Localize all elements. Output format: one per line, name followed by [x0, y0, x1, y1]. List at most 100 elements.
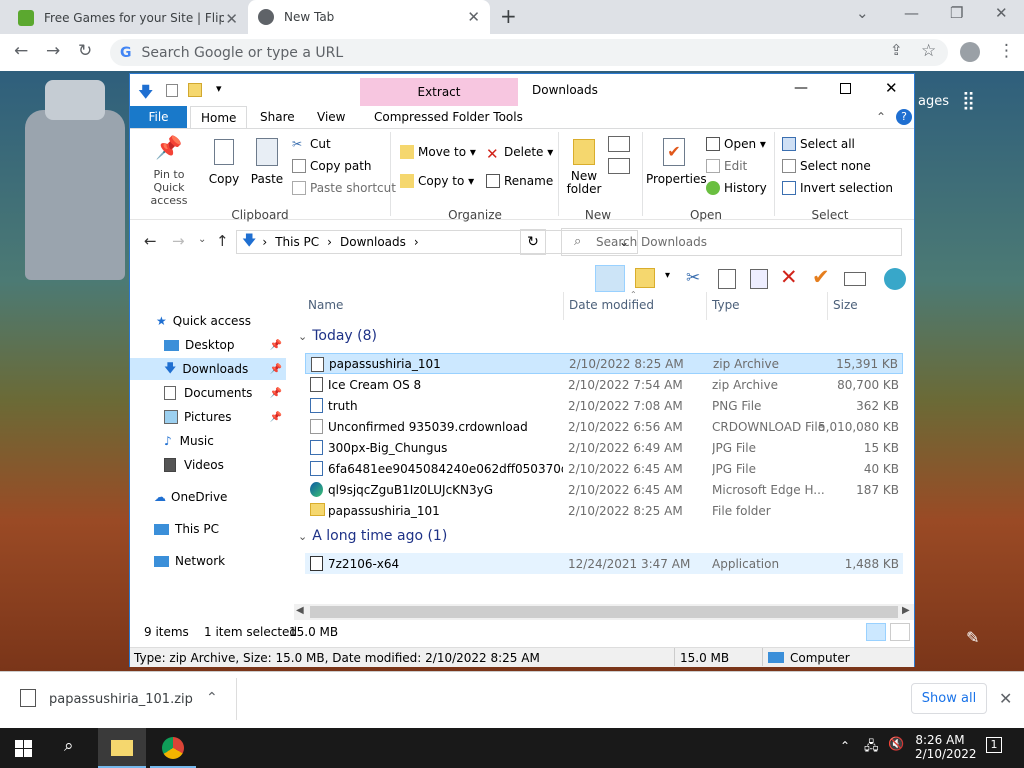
chevron-up-icon[interactable]: ⌃ — [206, 690, 218, 706]
minimize-icon[interactable]: — — [904, 4, 919, 22]
ribbon-tab-home[interactable]: Home — [190, 106, 248, 128]
file-row[interactable]: Unconfirmed 935039.crdownload 2/10/2022 … — [305, 416, 903, 437]
file-row[interactable]: Ice Cream OS 8 2/10/2022 7:54 AM zip Arc… — [305, 374, 903, 395]
nav-downloads[interactable]: 🡇 Downloads 📌 — [130, 358, 286, 380]
rename-toolbar-icon[interactable] — [844, 272, 866, 286]
select-all-button[interactable]: Select all — [782, 137, 855, 151]
folder-qat-icon[interactable] — [188, 83, 202, 97]
scroll-left-icon[interactable]: ◀ — [296, 605, 304, 616]
file-row[interactable]: ql9sjqcZguB1Iz0LUJcKN3yG 2/10/2022 6:45 … — [305, 479, 903, 500]
large-icons-view-icon[interactable] — [890, 623, 910, 641]
tray-chevron-up-icon[interactable]: ⌃ — [840, 739, 850, 753]
edit-button[interactable]: Edit — [706, 159, 747, 173]
copy-to-button[interactable]: Copy to ▾ — [400, 174, 474, 188]
minimize-icon[interactable]: — — [794, 80, 808, 96]
taskbar-file-explorer[interactable] — [98, 728, 146, 768]
cut-button[interactable]: ✂ Cut — [292, 137, 331, 151]
down-arrow-icon[interactable]: 🡇 — [138, 82, 154, 101]
restore-icon[interactable]: ❐ — [950, 4, 963, 22]
file-row[interactable]: 6fa6481ee9045084240e062dff050370df577...… — [305, 458, 903, 479]
download-file-name[interactable]: papassushiria_101.zip — [49, 692, 193, 707]
column-header-date[interactable]: Date modified — [569, 298, 654, 312]
forward-icon[interactable]: → — [172, 232, 185, 250]
nav-documents[interactable]: Documents 📌 — [130, 382, 286, 404]
profile-avatar-icon[interactable] — [960, 42, 980, 62]
pin-quick-access-button[interactable]: 📌 Pin to Quick access — [136, 136, 202, 207]
new-folder-button[interactable]: New folder — [564, 136, 604, 196]
network-tray-icon[interactable]: 🖧 — [864, 737, 879, 759]
invert-selection-button[interactable]: Invert selection — [782, 181, 893, 195]
back-icon[interactable]: ← — [144, 232, 157, 250]
nav-music[interactable]: ♪ Music — [130, 430, 286, 452]
volume-muted-icon[interactable]: 🔇 — [888, 737, 904, 752]
new-tab-button[interactable]: + — [500, 4, 517, 28]
recent-locations-icon[interactable]: ⌄ — [198, 234, 206, 245]
search-downloads-input[interactable]: ⌕ Search Downloads — [561, 228, 902, 256]
close-downloads-icon[interactable]: ✕ — [999, 689, 1012, 708]
context-tab-extract[interactable]: Extract — [360, 78, 518, 106]
scrollbar-thumb[interactable] — [310, 606, 898, 618]
paste-toolbar-icon[interactable] — [750, 269, 768, 289]
nav-pictures[interactable]: Pictures 📌 — [130, 406, 286, 428]
close-tab-icon[interactable]: ✕ — [225, 10, 238, 28]
column-header-size[interactable]: Size — [833, 298, 858, 312]
breadcrumb-downloads[interactable]: Downloads — [340, 235, 406, 249]
search-icon[interactable]: ⌕ — [64, 736, 74, 756]
taskbar-chrome[interactable] — [150, 728, 196, 768]
apps-grid-icon[interactable]: ⣿ — [962, 90, 975, 111]
globe-toolbar-icon[interactable] — [884, 268, 906, 290]
properties-qat-icon[interactable] — [166, 84, 178, 97]
paste-button[interactable]: Paste — [248, 136, 286, 186]
group-header-long-ago[interactable]: ⌄ A long time ago (1) — [298, 528, 447, 544]
maximize-icon[interactable] — [840, 83, 851, 94]
paste-shortcut-button[interactable]: Paste shortcut — [292, 181, 396, 195]
rename-button[interactable]: Rename — [486, 174, 553, 188]
delete-toolbar-icon[interactable]: ✕ — [780, 265, 798, 289]
chevron-down-icon[interactable]: ⌄ — [856, 4, 869, 22]
file-row[interactable]: truth 2/10/2022 7:08 AM PNG File 362 KB — [305, 395, 903, 416]
close-tab-icon[interactable]: ✕ — [467, 8, 480, 26]
preview-pane-icon[interactable] — [595, 265, 625, 292]
omnibox[interactable]: G Search Google or type a URL — [110, 39, 948, 66]
nav-desktop[interactable]: Desktop 📌 — [130, 334, 286, 356]
customize-pencil-icon[interactable]: ✎ — [966, 628, 979, 647]
copy-toolbar-icon[interactable] — [718, 269, 736, 289]
nav-network[interactable]: Network — [130, 550, 286, 572]
qat-dropdown-icon[interactable]: ▾ — [216, 82, 222, 95]
properties-button[interactable]: ✔ Properties — [646, 136, 707, 186]
file-row[interactable]: 300px-Big_Chungus 2/10/2022 6:49 AM JPG … — [305, 437, 903, 458]
column-header-type[interactable]: Type — [712, 298, 740, 312]
copy-path-button[interactable]: Copy path — [292, 159, 372, 173]
select-none-button[interactable]: Select none — [782, 159, 871, 173]
back-icon[interactable]: ← — [14, 41, 28, 61]
more-menu-icon[interactable]: ⋮ — [998, 41, 1015, 61]
forward-icon[interactable]: → — [46, 41, 60, 61]
easy-access-icon[interactable] — [608, 158, 630, 174]
file-row[interactable]: 7z2106-x64 12/24/2021 3:47 AM Applicatio… — [305, 553, 903, 574]
group-header-today[interactable]: ⌄ Today (8) — [298, 328, 377, 344]
properties-toolbar-icon[interactable]: ✔ — [812, 265, 830, 289]
reload-icon[interactable]: ↻ — [78, 41, 92, 61]
nav-quick-access[interactable]: ★ Quick access — [130, 310, 286, 332]
nav-onedrive[interactable]: ☁ OneDrive — [130, 486, 286, 508]
close-window-icon[interactable]: ✕ — [995, 4, 1008, 22]
column-header-name[interactable]: Name — [308, 298, 343, 312]
scroll-right-icon[interactable]: ▶ — [902, 605, 910, 616]
open-button[interactable]: Open ▾ — [706, 137, 766, 151]
history-button[interactable]: History — [706, 181, 767, 195]
delete-button[interactable]: ✕ Delete ▾ — [486, 145, 553, 163]
folder-options-icon[interactable] — [635, 268, 655, 288]
ribbon-tab-share[interactable]: Share — [250, 106, 305, 128]
windows-start-icon[interactable] — [15, 740, 32, 757]
bookmark-star-icon[interactable]: ☆ — [921, 41, 936, 61]
help-icon[interactable]: ? — [896, 109, 912, 125]
show-all-button[interactable]: Show all — [911, 683, 987, 714]
close-icon[interactable]: ✕ — [885, 79, 898, 97]
copy-button[interactable]: Copy — [206, 136, 242, 186]
file-row[interactable]: papassushiria_101 2/10/2022 8:25 AM File… — [305, 500, 903, 521]
browser-tab-flipline[interactable]: Free Games for your Site | Flipline ✕ — [8, 2, 248, 34]
notifications-icon[interactable]: 1 — [986, 737, 1002, 753]
ribbon-tab-file[interactable]: File — [130, 106, 187, 128]
nav-this-pc[interactable]: This PC — [130, 518, 286, 540]
collapse-ribbon-icon[interactable]: ⌃ — [876, 110, 886, 124]
